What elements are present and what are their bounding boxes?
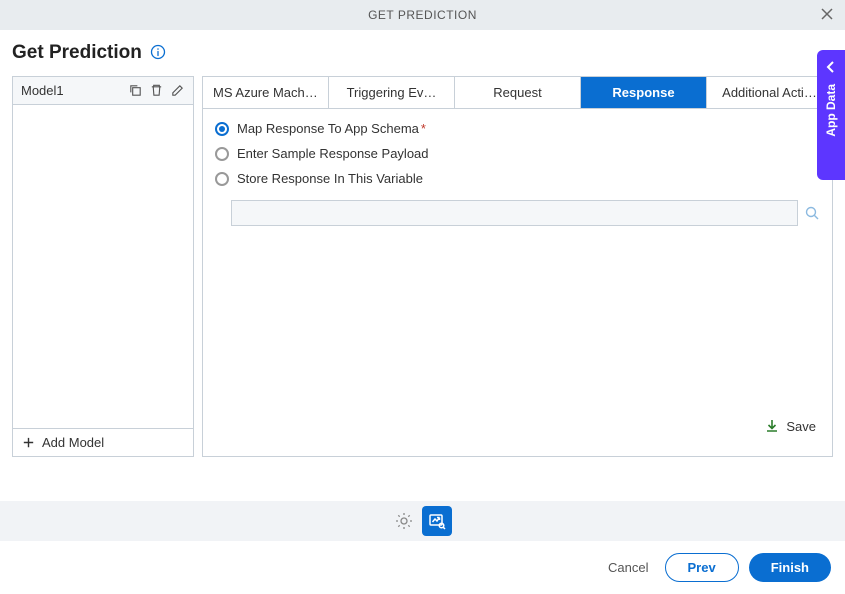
app-data-label: App Data: [824, 84, 838, 137]
models-spacer: [13, 105, 193, 428]
radio-row-store[interactable]: Store Response In This Variable: [215, 171, 820, 186]
radio-store-label: Store Response In This Variable: [237, 171, 423, 186]
gear-icon[interactable]: [394, 511, 414, 531]
titlebar-text: GET PREDICTION: [368, 8, 477, 22]
close-icon[interactable]: [819, 6, 835, 25]
tabs: MS Azure Machine Lear… Triggering Ev… Re…: [203, 77, 832, 109]
variable-input[interactable]: [231, 200, 798, 226]
tab-additional[interactable]: Additional Acti…: [707, 77, 832, 108]
page-title: Get Prediction: [12, 42, 142, 64]
radio-row-sample[interactable]: Enter Sample Response Payload: [215, 146, 820, 161]
prev-button[interactable]: Prev: [665, 553, 739, 582]
cancel-button[interactable]: Cancel: [608, 560, 648, 575]
tab-triggering[interactable]: Triggering Ev…: [329, 77, 455, 108]
tab-request[interactable]: Request: [455, 77, 581, 108]
models-panel: Model1 Add Model: [12, 76, 194, 457]
copy-icon[interactable]: [128, 83, 143, 98]
info-icon[interactable]: [150, 44, 166, 63]
footer: Cancel Prev Finish: [0, 541, 845, 594]
config-panel: MS Azure Machine Lear… Triggering Ev… Re…: [202, 76, 833, 457]
add-model-label: Add Model: [42, 435, 104, 450]
save-button[interactable]: Save: [215, 408, 820, 444]
add-model-button[interactable]: Add Model: [13, 428, 193, 456]
radio-store[interactable]: [215, 172, 229, 186]
page-header: Get Prediction: [12, 42, 833, 64]
finish-button[interactable]: Finish: [749, 553, 831, 582]
tab-response[interactable]: Response: [581, 77, 707, 108]
tab-azure[interactable]: MS Azure Machine Lear…: [203, 77, 329, 108]
variable-row: [231, 200, 820, 226]
radio-map-label: Map Response To App Schema*: [237, 121, 426, 136]
delete-icon[interactable]: [149, 83, 164, 98]
model-actions: [128, 83, 185, 98]
radio-map[interactable]: [215, 122, 229, 136]
tab-body: Map Response To App Schema* Enter Sample…: [203, 109, 832, 456]
save-label: Save: [786, 419, 816, 434]
preview-icon[interactable]: [422, 506, 452, 536]
titlebar: GET PREDICTION: [0, 0, 845, 30]
radio-row-map[interactable]: Map Response To App Schema*: [215, 121, 820, 136]
edit-icon[interactable]: [170, 83, 185, 98]
radio-sample-label: Enter Sample Response Payload: [237, 146, 429, 161]
bottom-strip: [0, 501, 845, 541]
app-data-tab[interactable]: App Data: [817, 50, 845, 180]
model-name: Model1: [21, 83, 64, 98]
radio-sample[interactable]: [215, 147, 229, 161]
model-item[interactable]: Model1: [13, 77, 193, 105]
search-icon[interactable]: [804, 205, 820, 221]
